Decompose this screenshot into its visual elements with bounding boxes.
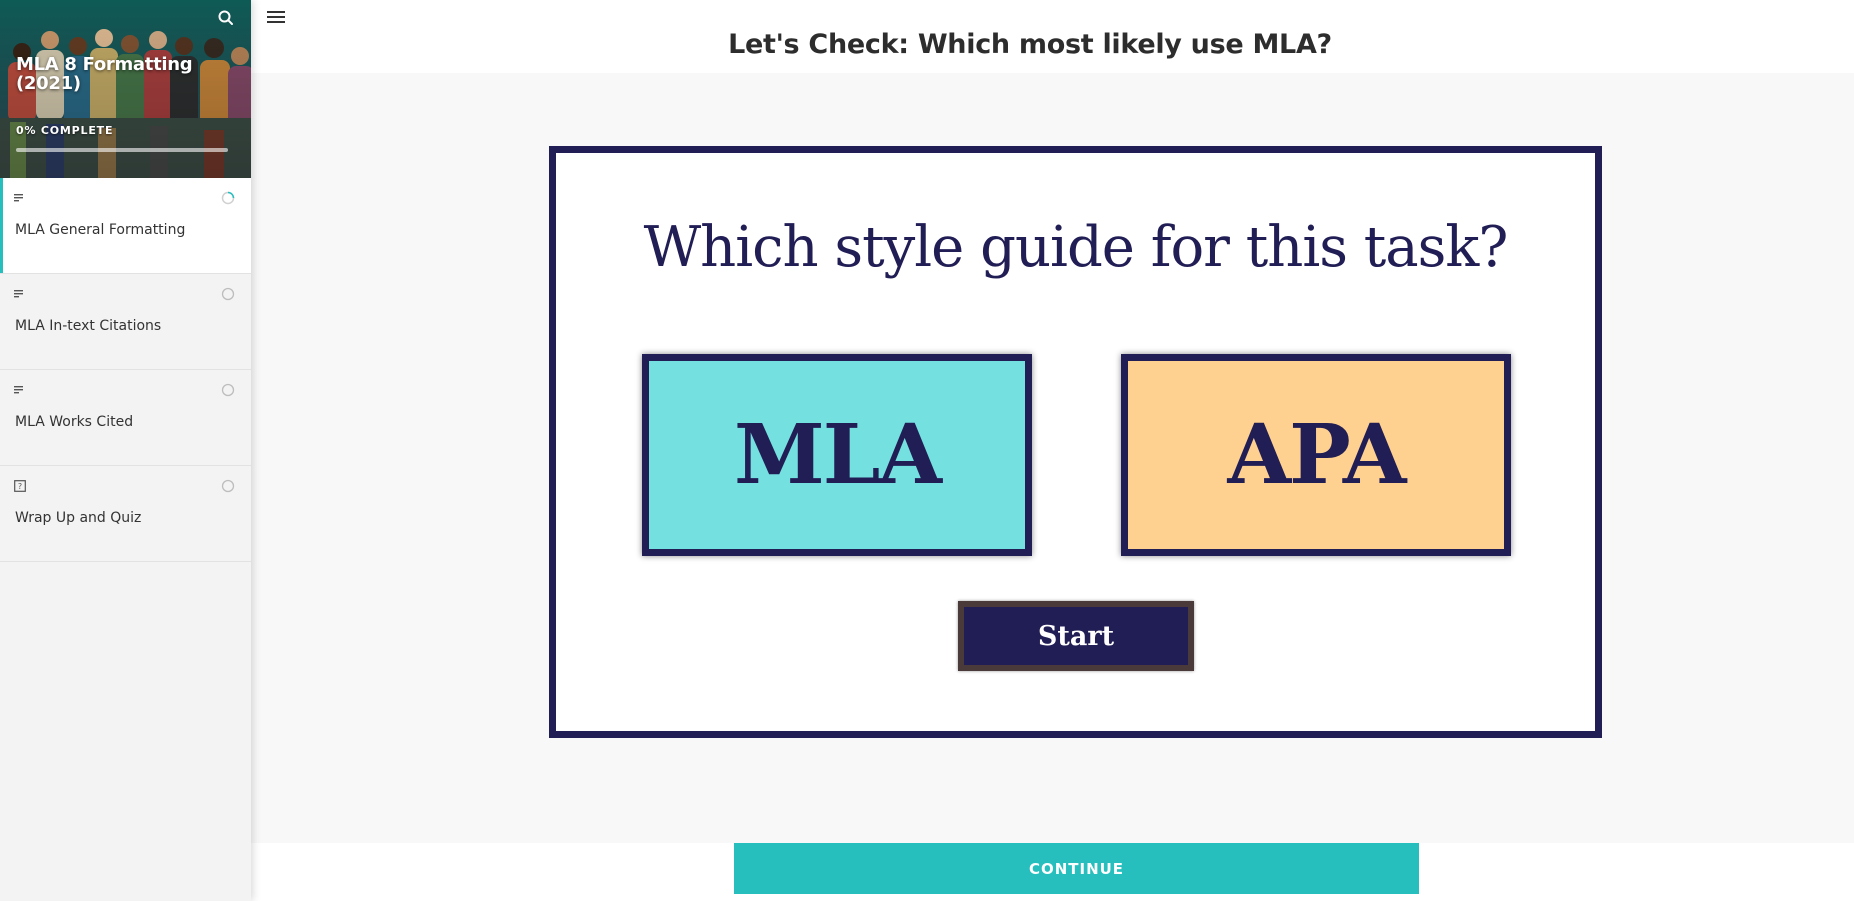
activity-card: Which style guide for this task? MLA APA… bbox=[549, 146, 1602, 738]
lesson-label: MLA General Formatting bbox=[15, 222, 186, 238]
choice-mla-card[interactable]: MLA bbox=[642, 354, 1032, 556]
page-title: Let's Check: Which most likely use MLA? bbox=[728, 29, 1332, 60]
in-progress-icon bbox=[221, 191, 235, 205]
text-lines-icon bbox=[14, 290, 23, 298]
lesson-label: MLA In-text Citations bbox=[15, 318, 162, 334]
course-progress-label: 0% COMPLETE bbox=[16, 124, 114, 137]
not-started-icon bbox=[221, 479, 235, 493]
choice-label: MLA bbox=[733, 407, 942, 503]
lesson-label: MLA Works Cited bbox=[15, 414, 134, 430]
course-progress-bar bbox=[16, 148, 228, 152]
menu-button[interactable] bbox=[267, 9, 287, 25]
course-title: MLA 8 Formatting (2021) bbox=[16, 54, 193, 94]
search-button[interactable] bbox=[216, 8, 236, 28]
lesson-item-in-text-citations[interactable]: MLA In-text Citations bbox=[0, 274, 251, 370]
lesson-item-wrap-up-quiz[interactable]: ? Wrap Up and Quiz bbox=[0, 466, 251, 562]
choice-apa-card[interactable]: APA bbox=[1121, 354, 1511, 556]
search-icon bbox=[218, 10, 233, 25]
text-lines-icon bbox=[14, 386, 23, 394]
lesson-header: Let's Check: Which most likely use MLA? bbox=[251, 0, 1854, 73]
not-started-icon bbox=[221, 383, 235, 397]
activity-question: Which style guide for this task? bbox=[643, 215, 1509, 280]
course-sidebar: MLA 8 Formatting (2021) 0% COMPLETE MLA … bbox=[0, 0, 251, 901]
choice-label: APA bbox=[1227, 407, 1407, 503]
course-header: MLA 8 Formatting (2021) 0% COMPLETE bbox=[0, 0, 251, 178]
hamburger-icon bbox=[267, 11, 285, 23]
lesson-footer: CONTINUE bbox=[251, 843, 1854, 901]
text-lines-icon bbox=[14, 194, 23, 202]
quiz-icon: ? bbox=[14, 480, 26, 492]
lesson-label: Wrap Up and Quiz bbox=[15, 510, 142, 526]
not-started-icon bbox=[221, 287, 235, 301]
lesson-item-general-formatting[interactable]: MLA General Formatting bbox=[0, 178, 251, 274]
svg-text:?: ? bbox=[18, 482, 22, 491]
continue-button[interactable]: CONTINUE bbox=[734, 843, 1419, 894]
lesson-item-works-cited[interactable]: MLA Works Cited bbox=[0, 370, 251, 466]
start-button[interactable]: Start bbox=[958, 601, 1194, 671]
